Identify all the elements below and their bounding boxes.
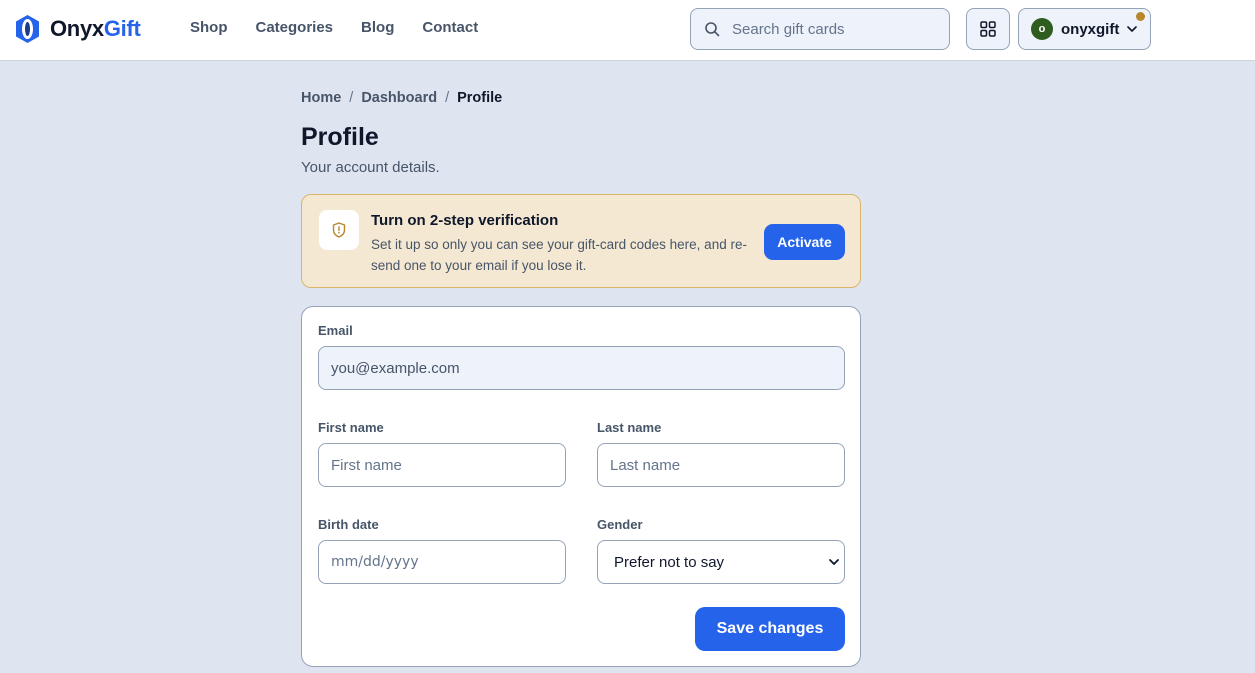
profile-form: Email First name Last name Birth date Ge… [301,306,861,667]
avatar: o [1031,18,1053,40]
banner-body: Set it up so only you can see your gift-… [371,237,747,273]
brand-logo[interactable]: OnyxGift [14,13,141,45]
chevron-down-icon [1127,26,1138,32]
gender-select[interactable]: Prefer not to say [597,540,845,584]
first-name-label: First name [318,420,384,435]
first-name-field[interactable] [318,443,566,487]
email-field[interactable] [318,346,845,390]
brand-name: OnyxGift [50,16,141,42]
grid-icon [980,21,996,37]
username: onyxgift [1061,20,1120,38]
nav-categories[interactable]: Categories [256,19,334,36]
birth-date-field[interactable] [318,540,566,584]
two-step-verification-banner: Turn on 2-step verification Set it up so… [301,194,861,288]
nav-shop[interactable]: Shop [190,19,228,36]
breadcrumb-home[interactable]: Home [301,90,341,106]
apps-grid-button[interactable] [966,8,1010,50]
main-nav: Shop Categories Blog Contact [190,19,478,36]
brand-name-part1: Onyx [50,16,104,41]
email-label: Email [318,323,353,338]
onyx-logo-icon [16,15,39,43]
banner-icon-box [319,210,359,250]
gender-label: Gender [597,517,643,532]
banner-title: Turn on 2-step verification [371,212,559,229]
birth-date-label: Birth date [318,517,379,532]
last-name-field[interactable] [597,443,845,487]
save-changes-button[interactable]: Save changes [695,607,845,651]
breadcrumb-dashboard[interactable]: Dashboard [361,90,437,106]
search-icon [705,22,720,37]
brand-name-part2: Gift [103,16,141,41]
user-menu-button[interactable]: o onyxgift [1018,8,1151,50]
breadcrumb-separator: / [445,90,450,106]
activate-button[interactable]: Activate [764,224,845,260]
search-box [690,8,950,50]
breadcrumb: Home / Dashboard / Profile [301,90,502,106]
top-navbar: OnyxGift Shop Categories Blog Contact o … [0,0,1255,61]
search-input[interactable] [732,20,932,38]
nav-blog[interactable]: Blog [361,19,394,36]
breadcrumb-current: Profile [457,90,503,106]
last-name-label: Last name [597,420,662,435]
nav-contact[interactable]: Contact [422,19,478,36]
shield-icon [332,222,346,238]
page-title: Profile [301,123,379,151]
notification-dot [1136,12,1145,21]
breadcrumb-separator: / [349,90,354,106]
page-subtitle: Your account details. [301,159,440,176]
